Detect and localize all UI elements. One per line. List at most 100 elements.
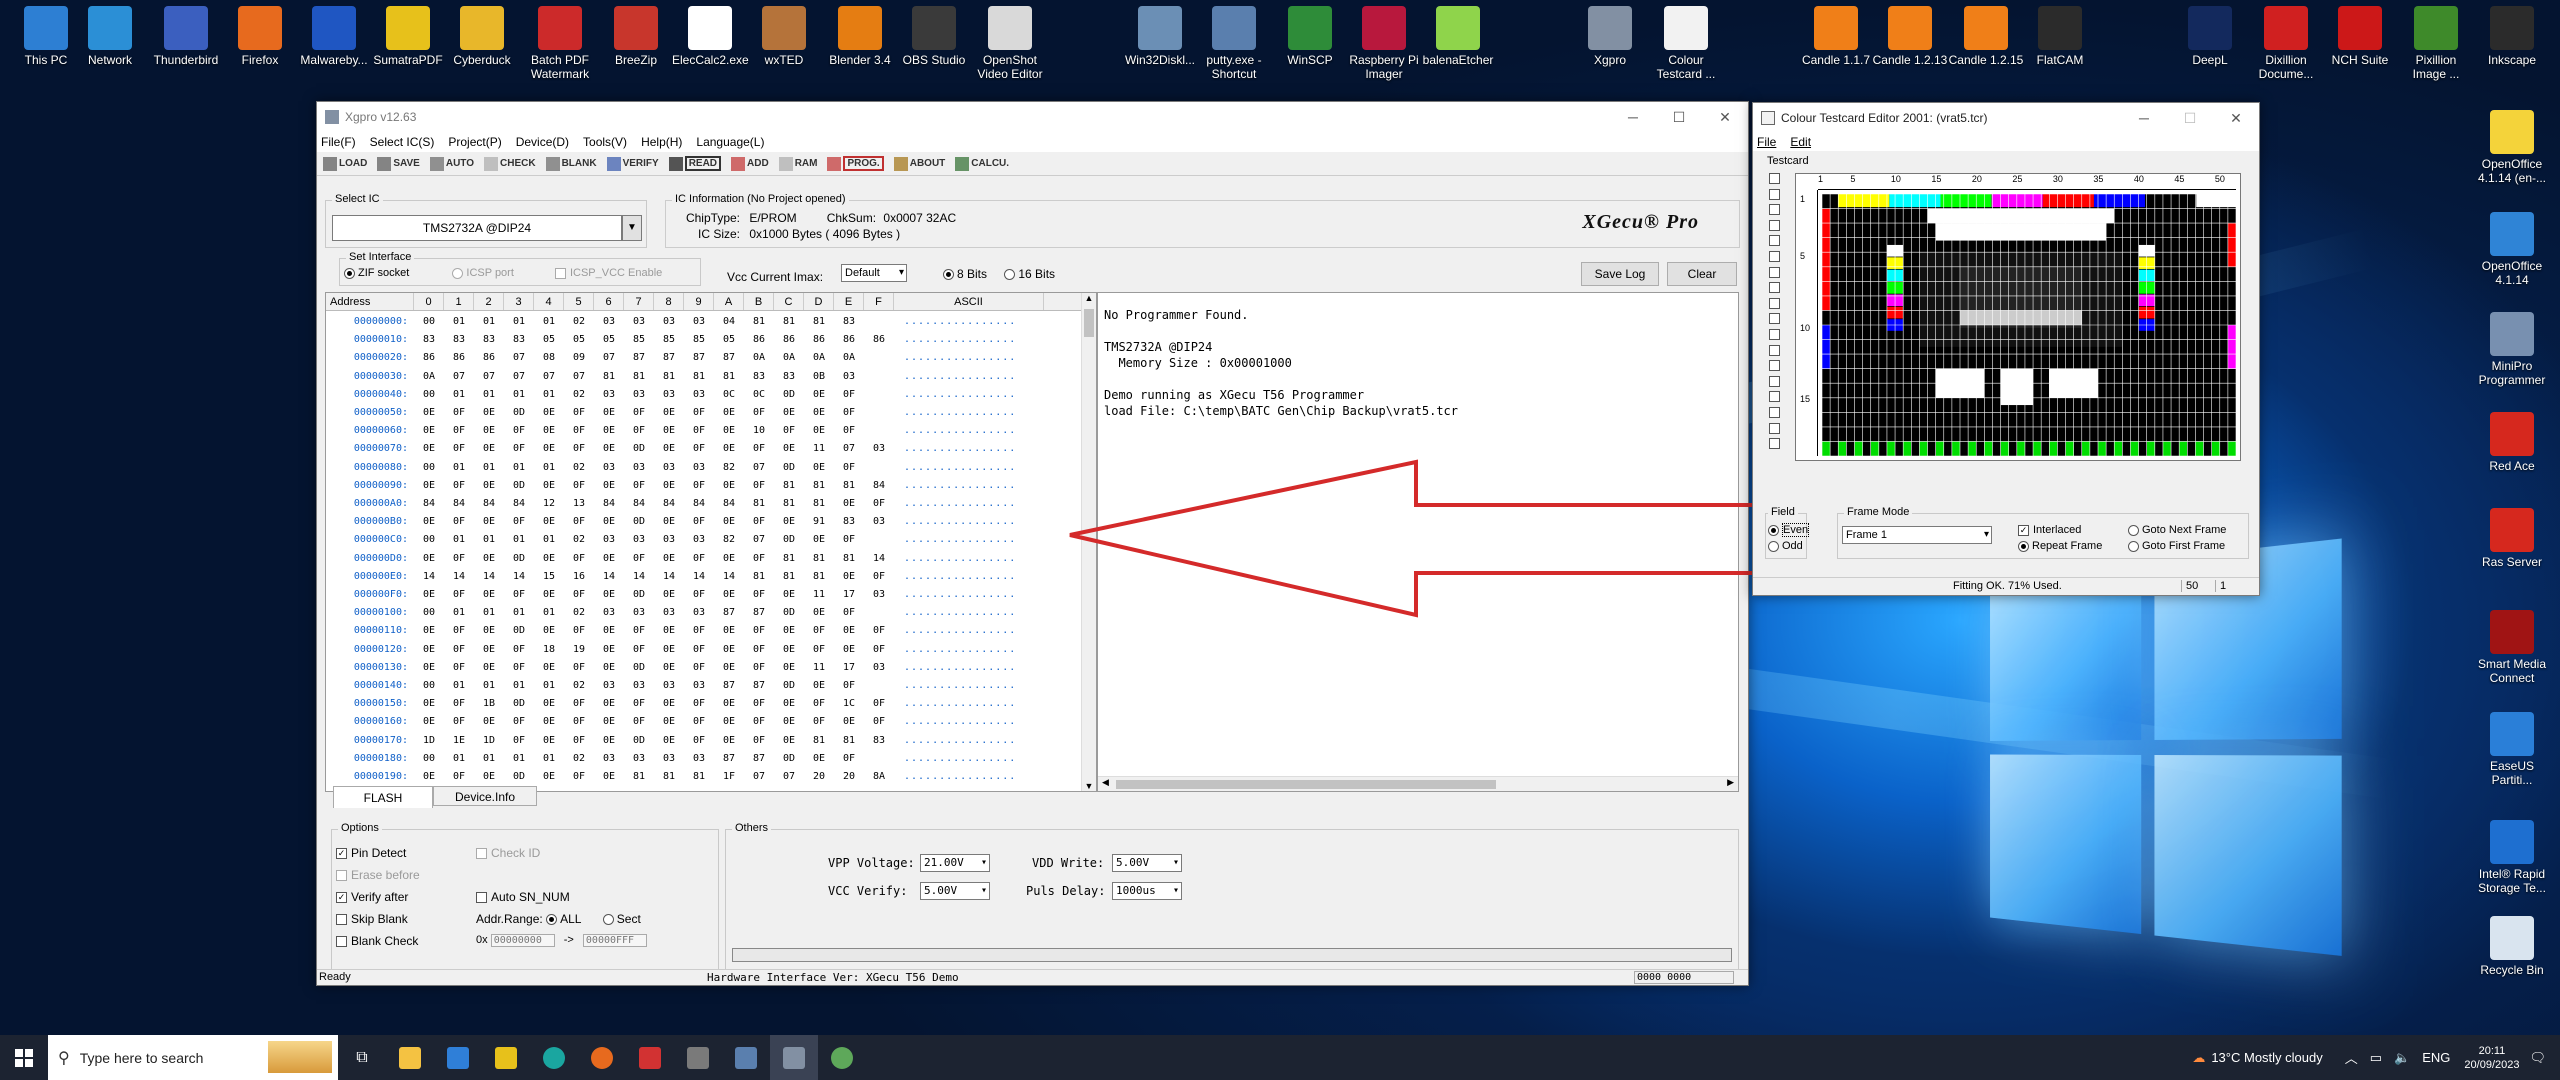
hex-byte[interactable]: 01 xyxy=(444,459,474,477)
hex-byte[interactable]: 01 xyxy=(474,531,504,549)
hex-byte[interactable]: 17 xyxy=(834,586,864,604)
hex-byte[interactable]: 81 xyxy=(804,313,834,331)
hex-byte[interactable]: 01 xyxy=(534,386,564,404)
desktop-icon[interactable]: Win32Diskl... xyxy=(1122,6,1198,67)
hex-byte[interactable]: 00 xyxy=(414,677,444,695)
hex-byte[interactable]: 86 xyxy=(744,331,774,349)
hex-byte[interactable]: 81 xyxy=(804,568,834,586)
desktop-icon[interactable]: Blender 3.4 xyxy=(822,6,898,67)
row-checkbox[interactable] xyxy=(1769,422,1780,434)
hex-byte[interactable]: 0F xyxy=(564,695,594,713)
hex-byte[interactable] xyxy=(864,349,894,367)
hex-byte[interactable]: 0F xyxy=(444,477,474,495)
hex-byte[interactable]: 0E xyxy=(774,513,804,531)
desktop-icon[interactable]: Xgpro xyxy=(1572,6,1648,67)
toolbar-button[interactable]: VERIFY xyxy=(606,156,659,171)
desktop-icon[interactable]: Cyberduck xyxy=(444,6,520,67)
task-view-icon[interactable]: ⧉ xyxy=(338,1035,386,1080)
hex-byte[interactable]: 86 xyxy=(444,349,474,367)
hex-byte[interactable]: 01 xyxy=(474,604,504,622)
hex-byte[interactable]: 0F xyxy=(804,695,834,713)
hex-byte[interactable]: 03 xyxy=(684,677,714,695)
row-checkbox[interactable] xyxy=(1769,391,1780,403)
save-log-button[interactable]: Save Log xyxy=(1581,262,1659,286)
hex-byte[interactable]: 0E xyxy=(534,695,564,713)
hex-byte[interactable]: 0E xyxy=(714,695,744,713)
auto-sn-checkbox[interactable] xyxy=(476,892,487,904)
hex-byte[interactable]: 0F xyxy=(444,713,474,731)
check-id-checkbox[interactable] xyxy=(476,848,487,860)
hex-byte[interactable]: 0F xyxy=(504,440,534,458)
desktop-icon[interactable]: Dixillion Docume... xyxy=(2248,6,2324,81)
hex-byte[interactable]: 0F xyxy=(564,586,594,604)
hex-byte[interactable]: 0F xyxy=(624,713,654,731)
row-checkbox[interactable] xyxy=(1769,235,1780,247)
hex-row[interactable]: 00000140: 00 01 01 01 01 02 03 03 03 03 87 87 0D 0E 0F.… xyxy=(326,677,1044,695)
hex-byte[interactable]: 84 xyxy=(654,495,684,513)
desktop-icon[interactable]: putty.exe - Shortcut xyxy=(1196,6,1272,81)
vcc-verify-select[interactable]: 5.00V xyxy=(920,882,990,900)
hex-byte[interactable]: 0E xyxy=(714,513,744,531)
hex-row[interactable]: 000000F0: 0E 0F 0E 0F 0E 0F 0E 0D 0E 0F 0E 0F 0E 11 17 0… xyxy=(326,586,1044,604)
desktop-icon[interactable]: Network xyxy=(72,6,148,67)
hex-byte[interactable]: 03 xyxy=(654,604,684,622)
hex-byte[interactable]: 86 xyxy=(474,349,504,367)
hex-byte[interactable]: 84 xyxy=(594,495,624,513)
hex-byte[interactable]: 0F xyxy=(504,641,534,659)
hex-byte[interactable]: 84 xyxy=(864,477,894,495)
toolbar-button[interactable]: CALCU. xyxy=(955,156,1009,171)
hex-byte[interactable]: 0B xyxy=(804,368,834,386)
hex-byte[interactable]: 03 xyxy=(594,531,624,549)
hex-byte[interactable]: 84 xyxy=(474,495,504,513)
hex-byte[interactable]: 0E xyxy=(804,677,834,695)
app-icon[interactable] xyxy=(626,1035,674,1080)
hex-byte[interactable]: 0D xyxy=(504,622,534,640)
menu-item[interactable]: File(F) xyxy=(321,135,356,149)
hex-byte[interactable]: 0F xyxy=(684,695,714,713)
hex-byte[interactable]: 00 xyxy=(414,604,444,622)
tab-flash[interactable]: FLASH xyxy=(333,786,433,808)
hex-byte[interactable]: 0A xyxy=(414,368,444,386)
hex-byte[interactable]: 0E xyxy=(534,713,564,731)
hex-byte[interactable]: 0F xyxy=(864,568,894,586)
hex-byte[interactable]: 0D xyxy=(504,550,534,568)
app-icon[interactable] xyxy=(818,1035,866,1080)
hex-byte[interactable]: 0F xyxy=(804,641,834,659)
hex-byte[interactable]: 87 xyxy=(714,750,744,768)
hex-byte[interactable]: 07 xyxy=(474,368,504,386)
hex-byte[interactable]: 04 xyxy=(714,313,744,331)
toolbar-button[interactable]: ADD xyxy=(731,156,769,171)
hex-byte[interactable]: 0E xyxy=(594,422,624,440)
hex-row[interactable]: 00000130: 0E 0F 0E 0F 0E 0F 0E 0D 0E 0F 0E 0F 0E 11 17 0… xyxy=(326,659,1044,677)
desktop-icon[interactable]: Inkscape xyxy=(2474,6,2550,67)
hex-byte[interactable]: 0F xyxy=(504,422,534,440)
hex-byte[interactable]: 0F xyxy=(684,550,714,568)
hex-byte[interactable]: 03 xyxy=(624,531,654,549)
hex-byte[interactable]: 87 xyxy=(744,677,774,695)
hex-byte[interactable]: 0E xyxy=(654,713,684,731)
hex-byte[interactable]: 0D xyxy=(504,768,534,786)
hex-byte[interactable] xyxy=(864,386,894,404)
hex-row[interactable]: 00000170: 1D 1E 1D 0F 0E 0F 0E 0D 0E 0F 0E 0F 0E 81 81 8… xyxy=(326,732,1044,750)
hex-byte[interactable]: 0F xyxy=(564,768,594,786)
hex-byte[interactable]: 0E xyxy=(594,695,624,713)
xgpro-taskbar-icon[interactable] xyxy=(770,1035,818,1080)
hex-byte[interactable]: 03 xyxy=(594,386,624,404)
hex-byte[interactable]: 86 xyxy=(804,331,834,349)
hex-byte[interactable]: 0E xyxy=(534,586,564,604)
goto-first-radio[interactable] xyxy=(2128,540,2139,552)
hex-byte[interactable]: 8A xyxy=(864,768,894,786)
erase-before-checkbox[interactable] xyxy=(336,870,347,882)
desktop-icon[interactable]: Raspberry Pi Imager xyxy=(1346,6,1422,81)
hex-byte[interactable]: 0F xyxy=(744,622,774,640)
vcc-imax-select[interactable]: Default xyxy=(841,264,907,282)
hex-byte[interactable]: 0E xyxy=(714,641,744,659)
hex-byte[interactable]: 0F xyxy=(744,695,774,713)
close-button[interactable]: ✕ xyxy=(2213,110,2259,127)
hex-byte[interactable]: 02 xyxy=(564,750,594,768)
hex-byte[interactable]: 0F xyxy=(744,404,774,422)
hex-byte[interactable]: 0E xyxy=(804,459,834,477)
hex-byte[interactable]: 14 xyxy=(444,568,474,586)
desktop-icon[interactable]: OpenOffice 4.1.14 (en-... xyxy=(2474,110,2550,185)
hex-byte[interactable]: 81 xyxy=(804,495,834,513)
